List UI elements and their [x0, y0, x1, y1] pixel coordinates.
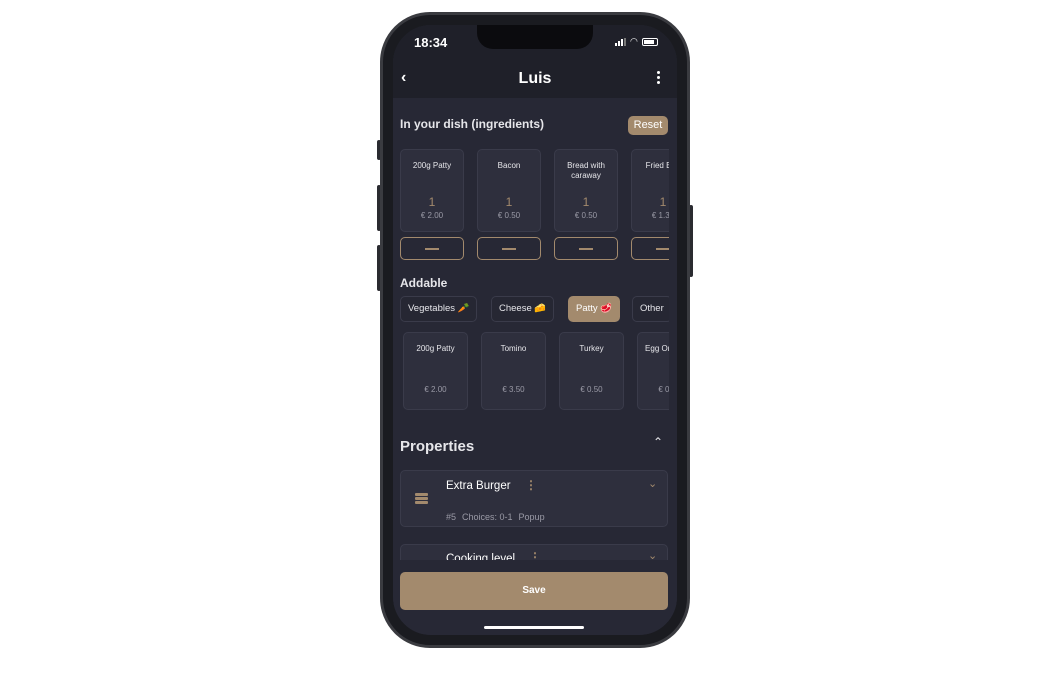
addable-item-name: Egg Omelette — [645, 344, 669, 353]
addable-item-price: € 0.50 — [658, 385, 669, 394]
tab-other[interactable]: Other — [632, 296, 669, 322]
tab-vegetables[interactable]: Vegetables 🥕 — [400, 296, 478, 322]
battery-icon — [641, 38, 658, 46]
dish-ingredient-card: Bread with caraway 1 € 0.50 — [554, 149, 618, 232]
reset-button[interactable]: Reset — [628, 116, 668, 135]
ingredient-price: € 2.00 — [420, 211, 444, 220]
status-icons: ◠ — [615, 37, 658, 46]
addable-heading: Addable — [400, 276, 448, 290]
wifi-icon: ◠ — [630, 36, 638, 46]
ingredient-price: € 1.30 — [651, 211, 669, 220]
addable-items-list[interactable]: (function(){ const s=document.currentScr… — [400, 332, 669, 410]
addable-item-name: Tomino — [500, 344, 527, 353]
property-number: #5 — [446, 512, 457, 522]
status-time: 18:34 — [414, 35, 448, 50]
page-title: Luis — [518, 70, 552, 87]
expand-chevron-icon[interactable]: ⌄ — [648, 477, 657, 490]
minus-icon — [579, 247, 593, 250]
ingredient-name: 200g Patty — [412, 161, 452, 170]
dish-ingredients-list[interactable]: (function(){ const s=document.currentScr… — [400, 149, 669, 261]
property-mode: Popup — [518, 512, 545, 522]
app-screen: 18:34 ◠ ‹ Luis In your dish (ingredients… — [393, 25, 677, 635]
remove-ingredient-button[interactable] — [554, 237, 618, 260]
addable-item-card[interactable]: Tomino € 3.50 — [481, 332, 546, 410]
ingredient-price: € 0.50 — [574, 211, 598, 220]
minus-icon — [656, 247, 669, 250]
ingredient-quantity: 1 — [582, 195, 590, 209]
addable-item-name: Turkey — [579, 344, 604, 353]
ingredient-name: Fried Egg — [645, 161, 669, 170]
notch — [477, 25, 593, 49]
ingredient-price: € 0.50 — [497, 211, 521, 220]
collapse-properties-icon[interactable]: ⌃ — [653, 435, 663, 449]
drag-handle-icon[interactable] — [415, 493, 428, 504]
footer: Save — [393, 560, 677, 635]
more-menu-icon[interactable] — [657, 71, 661, 84]
properties-heading: Properties — [400, 438, 475, 455]
minus-icon — [425, 247, 439, 250]
addable-item-price: € 3.50 — [502, 385, 525, 394]
tab-cheese[interactable]: Cheese 🧀 — [491, 296, 555, 322]
signal-icon — [615, 38, 626, 46]
header: 18:34 ◠ ‹ Luis — [393, 25, 677, 98]
ingredient-quantity: 1 — [505, 195, 513, 209]
ingredient-quantity: 1 — [428, 195, 436, 209]
addable-item-name: 200g Patty — [416, 344, 455, 353]
addable-item-card[interactable]: 200g Patty € 2.00 — [403, 332, 468, 410]
minus-icon — [502, 247, 516, 250]
addable-item-price: € 2.00 — [424, 385, 447, 394]
dish-ingredient-card: Bacon 1 € 0.50 — [477, 149, 541, 232]
ingredient-name: Bread with caraway — [567, 161, 605, 180]
addable-item-card[interactable]: Turkey € 0.50 — [559, 332, 624, 410]
save-button[interactable]: Save — [400, 572, 668, 610]
dish-heading: In your dish (ingredients) — [400, 117, 545, 131]
property-menu-icon[interactable]: ⋮ — [525, 478, 537, 492]
property-meta: #5 Choices: 0-1 Popup — [446, 512, 545, 522]
ingredient-name: Bacon — [497, 161, 521, 170]
tab-patty[interactable]: Patty 🥩 — [568, 296, 621, 322]
remove-ingredient-button[interactable] — [400, 237, 464, 260]
home-indicator[interactable] — [484, 626, 584, 629]
dish-ingredient-card: Fried Egg 1 € 1.30 — [631, 149, 669, 232]
addable-item-price: € 0.50 — [580, 385, 603, 394]
addable-item-card[interactable]: Egg Omelette € 0.50 — [637, 332, 669, 410]
property-item[interactable]: Extra Burger ⋮ ⌄ #5 Choices: 0-1 Popup — [400, 470, 668, 527]
property-choices: Choices: 0-1 — [462, 512, 513, 522]
remove-ingredient-button[interactable] — [477, 237, 541, 260]
ingredient-quantity: 1 — [659, 195, 667, 209]
dish-ingredient-card: 200g Patty 1 € 2.00 — [400, 149, 464, 232]
property-name: Extra Burger — [446, 480, 511, 492]
category-tabs: Vegetables 🥕 Cheese 🧀 Patty 🥩 Other — [400, 296, 669, 322]
remove-ingredient-button[interactable] — [631, 237, 669, 260]
